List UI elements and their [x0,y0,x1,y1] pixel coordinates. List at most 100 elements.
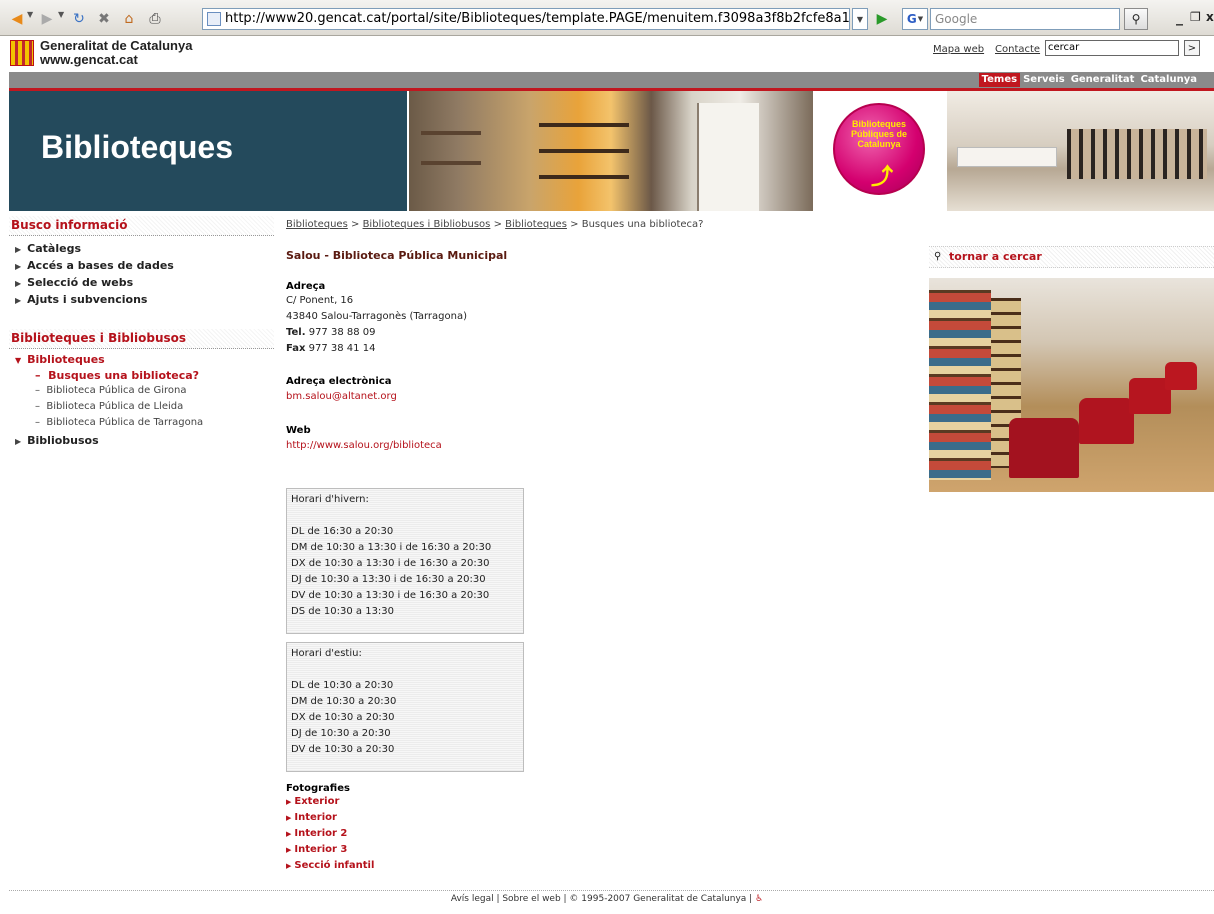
breadcrumb: Biblioteques > Biblioteques i Bibliobuso… [286,219,704,230]
stop-icon[interactable]: ✖ [95,10,113,28]
triangle-right-icon: ▶ [15,296,22,305]
triangle-right-icon: ▶ [15,262,22,271]
back-to-search-link[interactable]: tornar a cercar [949,250,1042,263]
banner-title-panel: Biblioteques [9,91,407,211]
site-search-input[interactable]: cercar [1045,40,1179,56]
summer-hours-box: Horari d'estiu: DL de 10:30 a 20:30 DM d… [286,642,524,772]
topnav-catalunya[interactable]: Catalunya [1137,73,1200,87]
photo-link-interior-3[interactable]: ▶ Interior 3 [286,842,374,858]
triangle-right-icon: ▶ [15,245,22,254]
banner: Biblioteques Biblioteques Públiques de C… [9,91,1214,211]
engine-dropdown-icon: ▼ [917,15,924,23]
generalitat-logo-icon[interactable] [10,40,34,66]
web-link[interactable]: http://www.salou.org/biblioteca [286,438,442,454]
sidebar-item-webs[interactable]: ▶ Selecció de webs [9,274,274,291]
winter-hours-line: DX de 10:30 a 13:30 i de 16:30 a 20:30 [291,558,490,569]
top-nav: Temes Serveis Generalitat Catalunya [978,73,1200,87]
search-engine-letter: G [906,12,917,26]
banner-photo-shelves [409,91,813,211]
logo-text: Biblioteques Públiques de Catalunya [850,119,907,149]
fax-value: 977 38 41 14 [308,343,376,354]
bullet-arrow-icon: ▶ [286,798,292,806]
sidebar-item-label: Accés a bases de dades [27,259,174,272]
summer-hours-line: DX de 10:30 a 20:30 [291,712,395,723]
org-url[interactable]: www.gencat.cat [40,52,138,67]
sidebar-item-catalegs[interactable]: ▶ Catàlegs [9,240,274,257]
reader-figure-icon: ⤴ [871,165,894,190]
address-line1: C/ Ponent, 16 [286,295,354,306]
org-name[interactable]: Generalitat de Catalunya [40,38,192,53]
back-history-dropdown-icon[interactable]: ▼ [27,10,33,19]
map-web-link[interactable]: Mapa web [933,44,984,55]
print-icon[interactable]: ⎙ [146,10,164,28]
back-arrow-icon[interactable]: ◀ [8,10,26,28]
email-section: Adreça electrònica bm.salou@altanet.org [286,376,397,405]
sidebar-item-label: Ajuts i subvencions [27,293,148,306]
sidebar-item-bases[interactable]: ▶ Accés a bases de dades [9,257,274,274]
sidebar-subitem-lleida[interactable]: – Biblioteca Pública de Lleida [9,400,274,416]
url-bar[interactable]: http://www20.gencat.cat/portal/site/Bibl… [202,8,850,30]
page-favicon-icon [207,12,221,26]
browser-toolbar: ◀ ▼ ▶ ▼ ↻ ✖ ⌂ ⎙ http://www20.gencat.cat/… [0,0,1214,36]
bullet-arrow-icon: ▶ [286,846,292,854]
breadcrumb-link-bibliobusos[interactable]: Biblioteques i Bibliobusos [363,219,491,230]
photo-link-interior[interactable]: ▶ Interior [286,810,374,826]
contact-link[interactable]: Contacte [995,44,1040,55]
triangle-right-icon: ▶ [15,279,22,288]
sidebar-item-bibliobusos[interactable]: ▶ Bibliobusos [9,432,274,449]
web-label: Web [286,425,311,436]
search-engine-selector[interactable]: G ▼ [902,8,928,30]
minimize-icon[interactable]: _ [1176,10,1183,26]
email-label: Adreça electrònica [286,376,392,387]
back-to-search-box[interactable]: ⚲ tornar a cercar [929,246,1214,268]
sidebar-subitem-tarragona[interactable]: – Biblioteca Pública de Tarragona [9,416,274,432]
triangle-down-icon: ▼ [15,356,22,365]
photo-link-infantil[interactable]: ▶ Secció infantil [286,858,374,874]
sidebar-item-label: Selecció de webs [27,276,134,289]
sidebar-subitem-busques[interactable]: – Busques una biblioteca? [9,368,274,384]
bullet-arrow-icon: ▶ [286,862,292,870]
sidebar-item-label: Bibliobusos [27,434,99,447]
sidebar-item-label: Biblioteques [27,353,105,366]
url-text: http://www20.gencat.cat/portal/site/Bibl… [225,11,850,26]
banner-title: Biblioteques [41,129,234,165]
winter-hours-title: Horari d'hivern: [291,494,369,505]
breadcrumb-link-biblioteques-2[interactable]: Biblioteques [505,219,567,230]
summer-hours-title: Horari d'estiu: [291,648,362,659]
bullet-arrow-icon: ▶ [286,814,292,822]
biblioteques-logo-icon[interactable]: Biblioteques Públiques de Catalunya ⤴ [833,103,925,195]
bullet-arrow-icon: ▶ [286,830,292,838]
winter-hours-line: DS de 10:30 a 13:30 [291,606,395,617]
email-link[interactable]: bm.salou@altanet.org [286,389,397,405]
phone-value: 977 38 88 09 [308,327,376,338]
topnav-serveis[interactable]: Serveis [1020,73,1068,87]
breadcrumb-link-biblioteques[interactable]: Biblioteques [286,219,348,230]
topnav-temes[interactable]: Temes [978,73,1021,87]
sidebar-item-label: Catàlegs [27,242,81,255]
address-line2: 43840 Salou-Tarragonès (Tarragona) [286,311,467,322]
topnav-generalitat[interactable]: Generalitat [1068,73,1138,87]
sidebar-item-ajuts[interactable]: ▶ Ajuts i subvencions [9,291,274,308]
magnifier-icon[interactable]: ⚲ [1124,8,1148,30]
winter-hours-line: DL de 16:30 a 20:30 [291,526,394,537]
accessibility-icon[interactable]: ♿ [755,894,763,904]
sidebar-item-biblioteques[interactable]: ▼ Biblioteques [9,351,274,368]
home-icon[interactable]: ⌂ [120,10,138,28]
site-search-button[interactable]: > [1184,40,1200,56]
maximize-icon[interactable]: ❐ [1190,10,1201,24]
close-icon[interactable]: x [1206,10,1214,24]
go-arrow-icon[interactable]: ▶ [872,9,892,29]
url-dropdown-icon[interactable]: ▼ [852,8,868,30]
fax-row: Fax 977 38 41 14 [286,343,376,354]
photo-link-exterior[interactable]: ▶ Exterior [286,794,374,810]
summer-hours-line: DM de 10:30 a 20:30 [291,696,397,707]
sidebar-subitem-girona[interactable]: – Biblioteca Pública de Girona [9,384,274,400]
footer-text[interactable]: Avís legal | Sobre el web | © 1995-2007 … [451,894,752,904]
forward-arrow-icon[interactable]: ▶ [38,10,56,28]
address-section: Adreça C/ Ponent, 16 43840 Salou-Tarrago… [286,281,467,357]
sidebar-heading-biblioteques: Biblioteques i Bibliobusos [9,329,274,349]
forward-history-dropdown-icon[interactable]: ▼ [58,10,64,19]
photo-link-interior-2[interactable]: ▶ Interior 2 [286,826,374,842]
reload-icon[interactable]: ↻ [70,10,88,28]
browser-search-input[interactable]: Google [930,8,1120,30]
